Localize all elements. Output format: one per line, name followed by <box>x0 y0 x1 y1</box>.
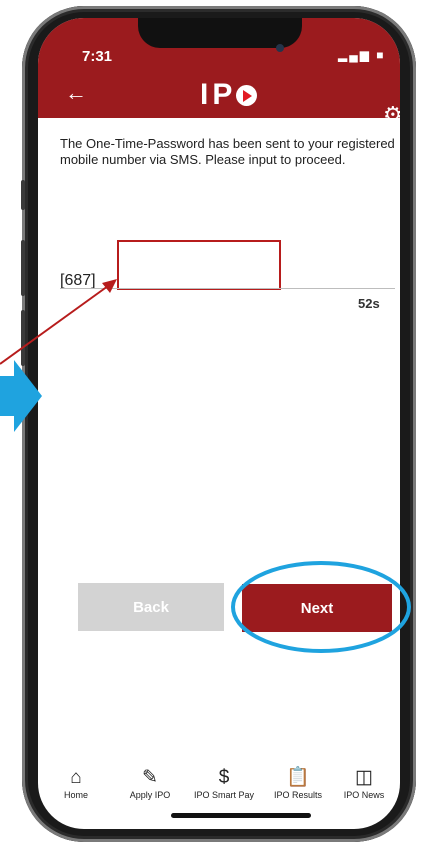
annotation-red-arrowhead <box>102 279 117 293</box>
annotation-blue-circle <box>231 561 411 653</box>
annotation-blue-arrow <box>0 360 42 432</box>
annotation-overlay <box>0 279 411 653</box>
annotation-red-arrow <box>0 285 109 365</box>
